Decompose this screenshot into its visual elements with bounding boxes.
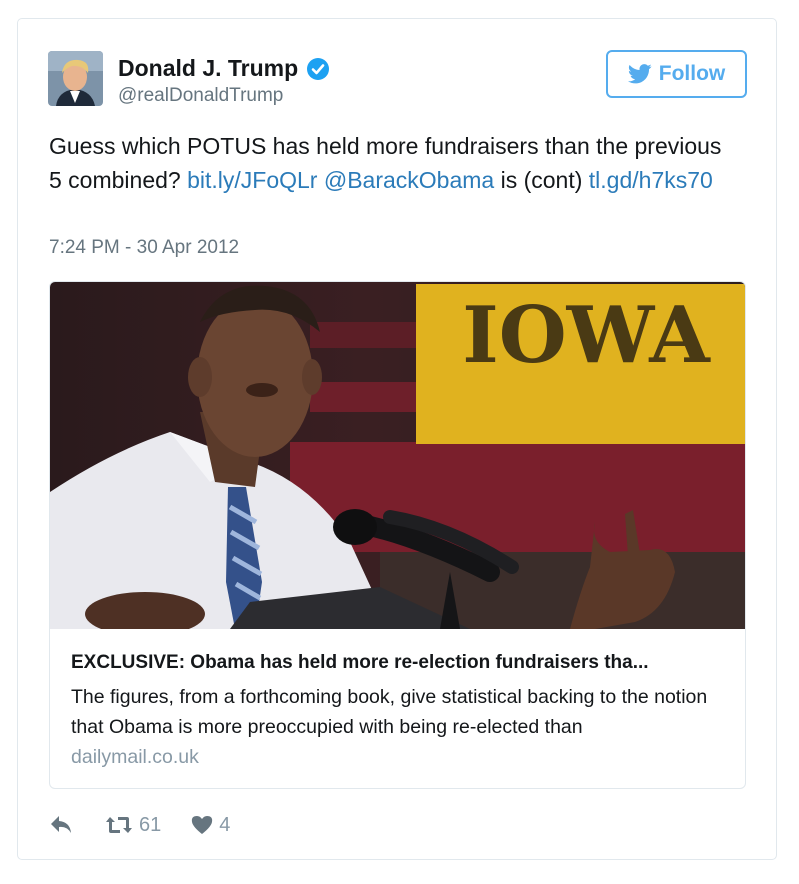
- tweet-timestamp[interactable]: 7:24 PM - 30 Apr 2012: [49, 237, 239, 259]
- author-name-row: Donald J. Trump: [118, 55, 330, 82]
- heart-icon: [192, 816, 213, 834]
- twitter-bird-icon: [627, 64, 652, 84]
- tweet-mention[interactable]: @BarackObama: [324, 167, 494, 193]
- card-title[interactable]: EXCLUSIVE: Obama has held more re-electi…: [71, 652, 731, 674]
- card-domain: dailymail.co.uk: [71, 746, 199, 768]
- card-description: The figures, from a forthcoming book, gi…: [71, 686, 708, 738]
- tweet-text: Guess which POTUS has held more fundrais…: [49, 129, 739, 197]
- verified-badge-icon: [306, 57, 330, 81]
- tweet-link-tlgd[interactable]: tl.gd/h7ks70: [589, 167, 713, 193]
- retweet-button[interactable]: 61: [105, 814, 161, 837]
- tweet-card: Donald J. Trump @realDonaldTrump Follow …: [17, 18, 777, 860]
- author-name[interactable]: Donald J. Trump: [118, 55, 298, 82]
- follow-button[interactable]: Follow: [606, 50, 747, 98]
- tweet-actions: 61 4: [49, 811, 230, 839]
- reply-icon: [51, 816, 71, 833]
- iowa-sign-text: IOWA: [462, 290, 711, 381]
- avatar[interactable]: [48, 51, 103, 106]
- tweet-text-mid: is (cont): [494, 167, 589, 193]
- retweet-icon: [106, 817, 132, 833]
- reply-button[interactable]: [49, 814, 73, 836]
- link-card[interactable]: IOWA EXCLUSIVE: Obama has held more re-e…: [49, 281, 746, 789]
- card-image[interactable]: IOWA: [50, 282, 745, 629]
- author-handle[interactable]: @realDonaldTrump: [118, 85, 283, 107]
- like-button[interactable]: 4: [191, 814, 230, 837]
- tweet-link-bitly[interactable]: bit.ly/JFoQLr: [187, 167, 317, 193]
- like-count: 4: [219, 813, 231, 836]
- follow-button-label: Follow: [658, 62, 726, 85]
- retweet-count: 61: [139, 813, 162, 836]
